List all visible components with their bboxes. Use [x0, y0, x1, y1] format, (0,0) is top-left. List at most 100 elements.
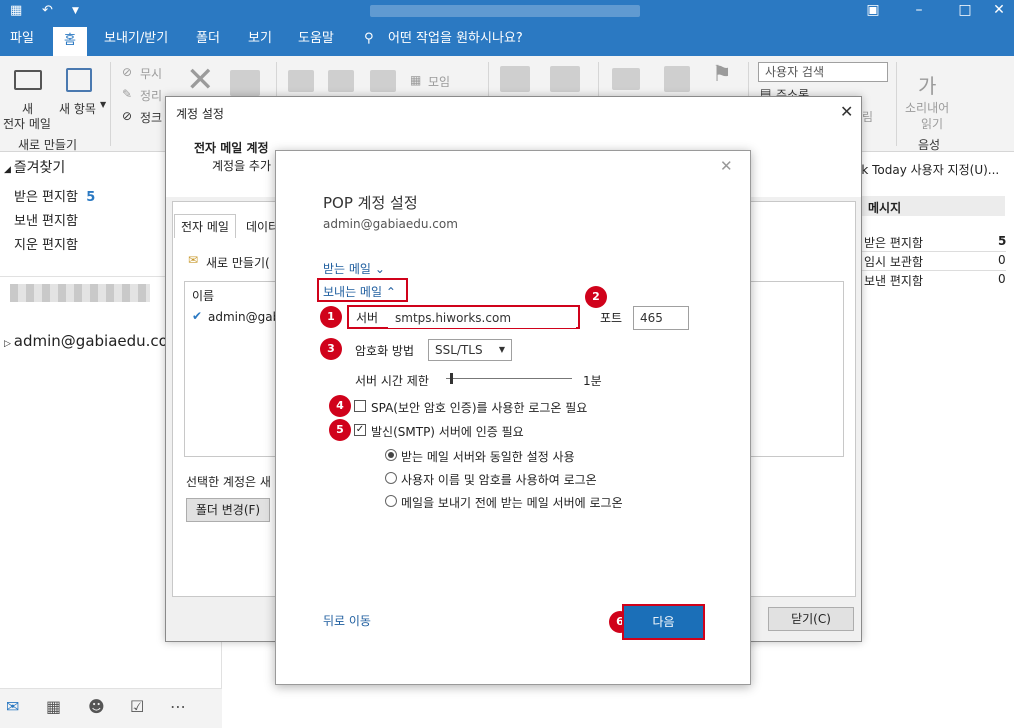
- tab-home[interactable]: 홈: [53, 27, 87, 56]
- new-email-icon[interactable]: [14, 70, 42, 90]
- smtp-auth-label[interactable]: 발신(SMTP) 서버에 인증 필요: [371, 423, 524, 440]
- encryption-select-value: SSL/TLS: [435, 343, 483, 357]
- undo-icon[interactable]: ↶: [42, 2, 53, 20]
- next-button[interactable]: 다음: [622, 604, 705, 640]
- cleanup-button[interactable]: 정리: [140, 87, 162, 104]
- ignore-button[interactable]: 무시: [140, 65, 162, 82]
- msg-row-label[interactable]: 보낸 편지함: [864, 272, 923, 289]
- new-items-icon[interactable]: [66, 68, 92, 92]
- selected-account-note: 선택한 계정은 새: [186, 475, 271, 489]
- calendar-icon[interactable]: ▦: [46, 697, 61, 716]
- account-list-row[interactable]: admin@gab: [208, 310, 280, 324]
- categorize-icon[interactable]: [664, 66, 690, 92]
- msg-row-count: 0: [998, 253, 1006, 267]
- radio-login-before-send-label[interactable]: 메일을 보내기 전에 받는 메일 서버에 로그온: [401, 494, 623, 511]
- junk-icon[interactable]: ⊘: [122, 109, 132, 123]
- search-people-input[interactable]: 사용자 검색: [758, 62, 888, 82]
- read-aloud-icon[interactable]: 가: [918, 70, 936, 99]
- change-folder-button[interactable]: 폴더 변경(F): [186, 498, 270, 522]
- maximize-button[interactable]: □: [942, 0, 988, 22]
- server-input[interactable]: smtps.hiworks.com: [388, 308, 576, 328]
- encryption-select[interactable]: SSL/TLS ▼: [428, 339, 512, 361]
- quick-access-dropdown-icon[interactable]: ▼: [72, 2, 79, 20]
- new-email-label-2[interactable]: 전자 메일: [3, 115, 51, 132]
- reply-icon[interactable]: [288, 70, 314, 92]
- ignore-icon[interactable]: ⊘: [122, 65, 132, 79]
- radio-login-credentials[interactable]: [385, 472, 397, 484]
- new-account-button[interactable]: 새로 만들기(: [206, 254, 270, 271]
- tell-me-search[interactable]: 어떤 작업을 원하시나요?: [384, 22, 527, 56]
- tab-send-receive[interactable]: 보내기/받기: [100, 22, 172, 56]
- radio-login-credentials-label[interactable]: 사용자 이름 및 암호를 사용하여 로그온: [401, 471, 597, 488]
- encryption-label: 암호화 방법: [355, 344, 415, 358]
- radio-same-settings[interactable]: [385, 449, 397, 461]
- port-label: 포트: [600, 311, 623, 325]
- msg-row-label[interactable]: 받은 편지함: [864, 234, 923, 251]
- cleanup-icon[interactable]: ✎: [122, 87, 132, 101]
- outgoing-mail-section[interactable]: 보내는 메일 ⌃: [323, 283, 396, 300]
- step-badge: 5: [329, 419, 351, 441]
- header-title: 전자 메일 계정: [194, 141, 269, 155]
- account-folder[interactable]: ▷ admin@gabiaedu.com: [4, 332, 182, 350]
- tab-email[interactable]: 전자 메일: [174, 214, 236, 238]
- rules-icon[interactable]: [550, 66, 580, 92]
- minimize-button[interactable]: –: [896, 0, 942, 22]
- redacted-account: [10, 284, 150, 302]
- tab-help[interactable]: 도움말: [294, 22, 338, 56]
- delete-icon[interactable]: ✕: [186, 60, 215, 100]
- more-icon[interactable]: ⋯: [170, 697, 186, 716]
- folder-sent[interactable]: 보낸 편지함: [14, 210, 78, 229]
- favorites-label: 즐겨찾기: [13, 160, 66, 176]
- unread-icon[interactable]: [612, 68, 640, 90]
- close-button[interactable]: 닫기(C): [768, 607, 854, 631]
- ribbon-display-options-icon[interactable]: ▣: [850, 0, 896, 22]
- meeting-icon[interactable]: ▦: [410, 73, 421, 87]
- forward-icon[interactable]: [370, 70, 396, 92]
- expand-arrow-icon: ▷: [4, 339, 14, 349]
- msg-row-label[interactable]: 임시 보관함: [864, 253, 923, 270]
- port-input[interactable]: 465: [633, 306, 689, 330]
- timeout-slider-thumb[interactable]: [450, 373, 453, 384]
- timeout-label: 서버 시간 제한: [355, 374, 429, 388]
- radio-login-before-send[interactable]: [385, 495, 397, 507]
- incoming-mail-section[interactable]: 받는 메일 ⌄: [323, 260, 385, 277]
- tab-folder[interactable]: 폴더: [192, 22, 224, 56]
- new-items-label[interactable]: 새 항목: [59, 100, 96, 117]
- read-aloud-label-2[interactable]: 읽기: [921, 115, 943, 132]
- step-badge: 4: [329, 395, 351, 417]
- server-label: 서버: [356, 311, 379, 325]
- back-link[interactable]: 뒤로 이동: [323, 612, 371, 629]
- people-icon[interactable]: ☻: [88, 697, 105, 716]
- smtp-auth-checkbox[interactable]: ✓: [354, 424, 366, 436]
- mail-icon[interactable]: ✉: [6, 697, 19, 716]
- radio-same-settings-label[interactable]: 받는 메일 서버와 동일한 설정 사용: [401, 448, 575, 465]
- close-icon[interactable]: ✕: [840, 102, 853, 121]
- move-icon[interactable]: [500, 66, 530, 92]
- close-window-button[interactable]: ✕: [984, 0, 1014, 22]
- today-pane: ok Today 사용자 지정(U)... 메시지 받은 편지함 5 임시 보관…: [850, 152, 1014, 728]
- reply-all-icon[interactable]: [328, 70, 354, 92]
- spa-checkbox[interactable]: [354, 400, 366, 412]
- favorites-header[interactable]: ◢ 즐겨찾기: [4, 157, 65, 177]
- tasks-icon[interactable]: ☑: [130, 697, 144, 716]
- archive-icon[interactable]: [230, 70, 260, 96]
- meeting-button[interactable]: 모임: [428, 73, 450, 90]
- read-aloud-label-1[interactable]: 소리내어: [905, 99, 949, 116]
- customize-today-link[interactable]: ok Today 사용자 지정(U)...: [854, 161, 999, 178]
- dropdown-arrow-icon: ▼: [498, 345, 505, 354]
- chevron-down-icon[interactable]: ▼: [100, 100, 106, 109]
- folder-inbox[interactable]: 받은 편지함 5: [14, 186, 95, 205]
- step-badge: 3: [320, 338, 342, 360]
- spa-label[interactable]: SPA(보안 암호 인증)를 사용한 로그온 필요: [371, 399, 587, 416]
- divider: [862, 270, 1006, 271]
- folder-deleted[interactable]: 지운 편지함: [14, 234, 78, 253]
- timeout-slider-track[interactable]: [446, 378, 572, 379]
- collapse-arrow-icon: ◢: [4, 165, 14, 175]
- tab-file[interactable]: 파일: [6, 22, 38, 56]
- junk-button[interactable]: 정크: [140, 109, 162, 126]
- folder-inbox-label: 받은 편지함: [14, 190, 78, 205]
- column-header-name[interactable]: 이름: [192, 287, 214, 304]
- flag-icon[interactable]: ⚑: [712, 62, 732, 87]
- close-icon[interactable]: ✕: [720, 157, 733, 175]
- tab-view[interactable]: 보기: [244, 22, 276, 56]
